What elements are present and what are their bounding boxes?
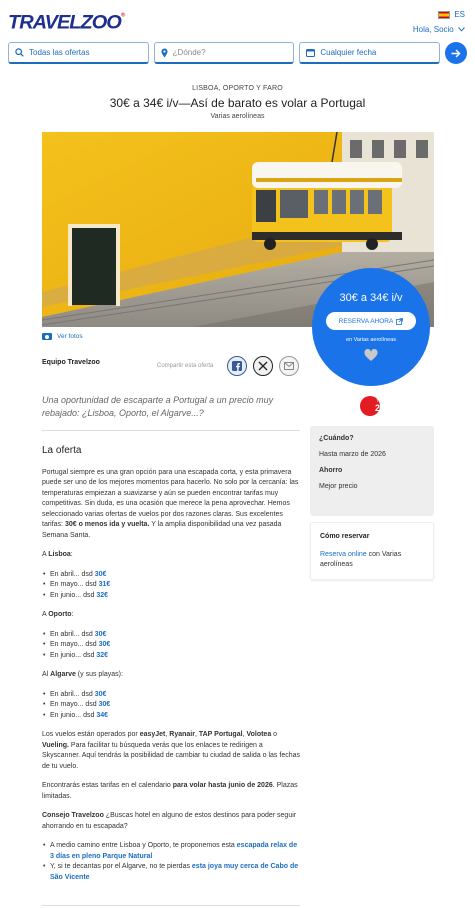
- tip-list: A medio camino entre Lisboa y Oporto, te…: [42, 841, 300, 883]
- book-heading: Cómo reservar: [320, 533, 370, 540]
- page-title: 30€ a 34€ i/v—Así de barato es volar a P…: [109, 96, 366, 110]
- tip-paragraph: Consejo Travelzoo ¿Buscas hotel en algun…: [42, 812, 297, 830]
- deals-filter-label: Todas las ofertas: [29, 48, 90, 57]
- facebook-icon: [232, 361, 242, 371]
- list-item: En junio... dsd 32€: [42, 591, 300, 602]
- calendar-paragraph: Encontrarás estas tarifas en el calendar…: [42, 782, 298, 800]
- list-item: En mayo... dsd 31€: [42, 580, 300, 591]
- language-selector[interactable]: ES: [438, 10, 465, 19]
- intro-paragraph: Portugal siempre es una gran opción para…: [42, 468, 299, 539]
- fare-list-algarve: En abril... dsd 30€ En mayo... dsd 30€ E…: [42, 690, 300, 722]
- deal-kicker: LISBOA, OPORTO Y FARO: [192, 85, 283, 92]
- language-label: ES: [454, 10, 465, 19]
- deal-subtitle: Varias aerolíneas: [210, 113, 265, 120]
- article-body: La oferta Portugal siempre es una gran o…: [42, 445, 300, 892]
- when-heading: ¿Cuándo?: [319, 435, 354, 442]
- deals-filter[interactable]: Todas las ofertas: [8, 42, 149, 64]
- view-photos-link[interactable]: Ver fotos: [42, 333, 83, 340]
- fare-list-oporto: En abril... dsd 30€ En mayo... dsd 30€ E…: [42, 630, 300, 662]
- top20-badge: TOP 20: [360, 396, 385, 416]
- facebook-share-button[interactable]: [227, 356, 247, 376]
- date-picker[interactable]: Cualquier fecha: [299, 42, 441, 64]
- search-submit-button[interactable]: [445, 42, 467, 64]
- book-now-button[interactable]: RESERVA AHORA: [326, 312, 416, 330]
- fare-list-lisboa: En abril... dsd 30€ En mayo... dsd 31€ E…: [42, 570, 300, 602]
- city-heading-lisboa: A Lisboa:: [42, 551, 73, 558]
- book-now-label: RESERVA AHORA: [338, 317, 394, 325]
- city-heading-oporto: A Oporto:: [42, 611, 74, 618]
- share-label: Compartir esta oferta: [157, 363, 214, 369]
- destination-placeholder: ¿Dónde?: [172, 48, 206, 57]
- article-heading: La oferta: [42, 445, 82, 456]
- search-bar: Todas las ofertas ¿Dónde? Cualquier fech…: [8, 42, 441, 64]
- greeting-text: Hola, Socio: [412, 25, 454, 34]
- airlines-paragraph: Los vuelos están operados por easyJet, R…: [42, 731, 300, 770]
- list-item: En abril... dsd 30€: [42, 570, 300, 581]
- search-icon: [15, 48, 24, 57]
- list-item: En mayo... dsd 30€: [42, 640, 300, 651]
- saving-value: Mejor precio: [319, 483, 358, 490]
- view-photos-label: Ver fotos: [57, 333, 83, 340]
- location-pin-icon: [161, 48, 168, 57]
- airline-note: en Varias aerolíneas: [345, 337, 397, 343]
- how-to-book-box: Cómo reservar Reserva online con Varias …: [310, 522, 434, 580]
- book-online-link[interactable]: Reserva online: [320, 551, 367, 558]
- x-share-button[interactable]: [253, 356, 273, 376]
- saving-heading: Ahorro: [319, 467, 343, 474]
- account-menu[interactable]: Hola, Socio: [413, 25, 465, 34]
- spain-flag-icon: [438, 10, 451, 19]
- camera-icon: [42, 333, 52, 340]
- deal-price: 30€ a 34€ i/v: [339, 292, 403, 304]
- price-badge: 30€ a 34€ i/v RESERVA AHORA en Varias ae…: [312, 268, 430, 386]
- list-item: En junio... dsd 32€: [42, 651, 300, 662]
- external-link-icon: [396, 317, 404, 325]
- mail-icon: [284, 362, 294, 370]
- heart-icon[interactable]: [364, 349, 378, 362]
- city-heading-algarve: Al Algarve (y sus playas):: [42, 671, 123, 678]
- list-item: A medio camino entre Lisboa y Oporto, te…: [42, 841, 300, 862]
- list-item: En abril... dsd 30€: [42, 690, 300, 701]
- calendar-icon: [306, 49, 316, 57]
- list-item: En abril... dsd 30€: [42, 630, 300, 641]
- list-item: En junio... dsd 34€: [42, 711, 300, 722]
- travelzoo-logo[interactable]: TRAVELZOO®: [8, 13, 125, 35]
- date-picker-label: Cualquier fecha: [320, 48, 377, 57]
- list-item: Y, si te decantas por el Algarve, no te …: [42, 862, 300, 883]
- destination-input[interactable]: ¿Dónde?: [153, 42, 295, 64]
- chevron-down-icon: [458, 27, 465, 32]
- divider: [42, 430, 300, 431]
- x-logo-icon: [258, 361, 268, 371]
- deal-details-box: ¿Cuándo? Hasta marzo de 2026 Ahorro Mejo…: [310, 426, 434, 516]
- list-item: En mayo... dsd 30€: [42, 700, 300, 711]
- top20-number: 20: [374, 403, 385, 413]
- arrow-right-icon: [451, 48, 461, 58]
- divider: [42, 905, 300, 906]
- email-share-button[interactable]: [279, 356, 299, 376]
- deal-lede: Una oportunidad de escaparte a Portugal …: [42, 395, 274, 418]
- author-name: Equipo Travelzoo: [42, 359, 100, 366]
- when-value: Hasta marzo de 2026: [319, 451, 386, 458]
